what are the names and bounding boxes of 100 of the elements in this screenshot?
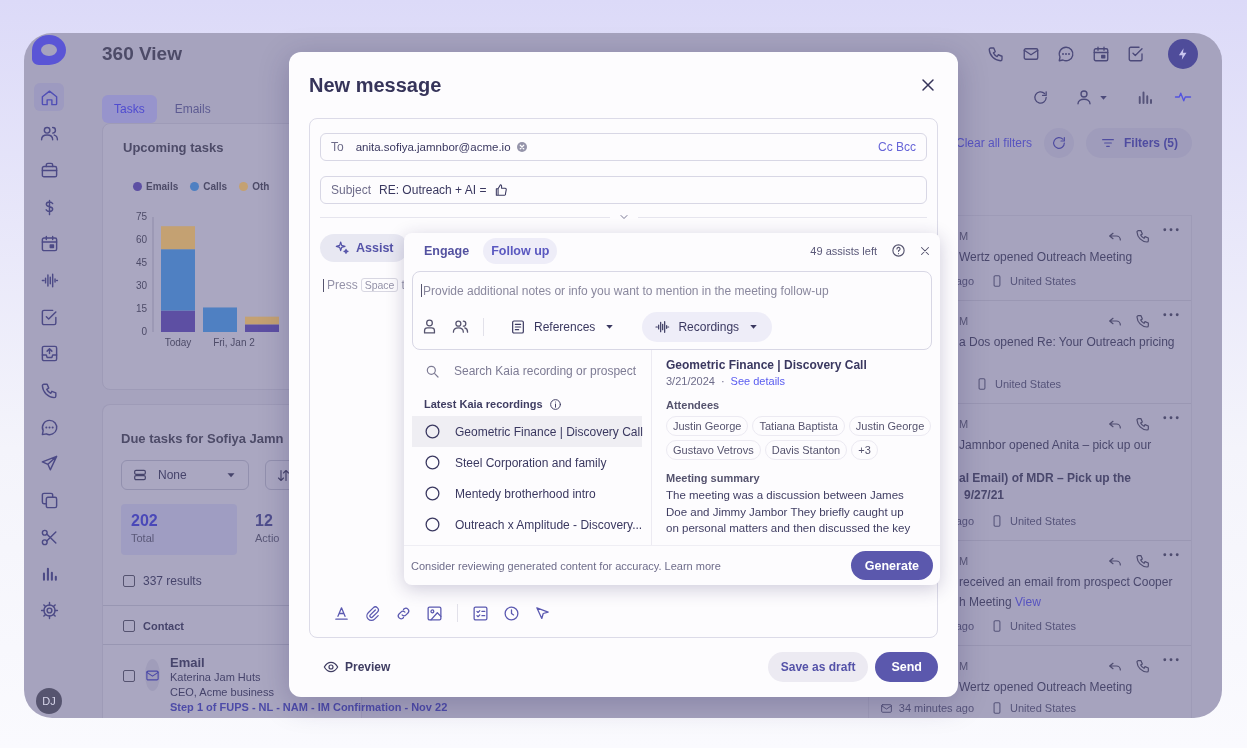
- generate-button[interactable]: Generate: [850, 551, 933, 581]
- mail-icon: [145, 667, 160, 683]
- activity-time: 34 minutes ago: [898, 702, 974, 714]
- waveform-icon: [654, 318, 671, 335]
- y-tick-label: 45: [135, 256, 148, 268]
- prompt-text: Press: [327, 278, 358, 292]
- location: United States: [1010, 515, 1077, 527]
- phone-icon: [1135, 313, 1151, 329]
- calendar-icon: [1092, 44, 1110, 63]
- meeting-summary: The meeting was a discussion between James Doe and Jimmy Jambor They briefly caught up on personal matters and then discussed the key: [666, 488, 912, 537]
- activity-time: M: [959, 555, 969, 567]
- checkbox[interactable]: [123, 670, 135, 682]
- column-header: Contact: [143, 620, 184, 632]
- source-dropdown[interactable]: References: [498, 311, 629, 342]
- copy-icon: [39, 491, 59, 511]
- results-count: 337 results: [143, 574, 202, 588]
- refresh-button[interactable]: [1044, 128, 1075, 158]
- pointer-icon: [534, 604, 551, 622]
- recipient-chip[interactable]: anita.sofiya.jamnbor@acme.io: [351, 139, 532, 155]
- more-icon: [1163, 228, 1179, 232]
- people-icon: [452, 318, 469, 336]
- card-title: Upcoming tasks: [123, 140, 224, 155]
- subject-field[interactable]: Subject RE: Outreach + AI =: [320, 176, 927, 204]
- recording-item[interactable]: Outreach x Amplitude - Discovery...: [412, 509, 642, 541]
- task-type: Email: [170, 655, 205, 670]
- save-draft-button[interactable]: Save as draft: [767, 651, 869, 682]
- more-icon: [1163, 553, 1179, 557]
- page-title: 360 View: [102, 42, 182, 65]
- settings-icon: [39, 601, 59, 621]
- preview-button[interactable]: Preview: [309, 658, 391, 675]
- radio-icon: [424, 423, 441, 441]
- activity-text: 9/27/21: [964, 487, 1005, 504]
- radio-icon: [424, 516, 441, 534]
- tab[interactable]: Follow up: [483, 237, 558, 264]
- help-button[interactable]: [891, 243, 906, 259]
- person-icon: [1075, 88, 1093, 106]
- stat-label: Actio: [255, 532, 281, 544]
- info-icon: [548, 397, 562, 411]
- people-icon: [39, 124, 59, 144]
- x-tick-label: Fri, Jan 2: [213, 337, 256, 348]
- thumbs-up-icon: [494, 183, 509, 197]
- activity-text: a Dos opened Re: Your Outreach pricing: [959, 334, 1175, 351]
- activity-text: al Email) of MDR – Pick up the: [959, 470, 1132, 487]
- send-icon: [39, 454, 59, 474]
- dialog-title: New message: [309, 73, 442, 97]
- location: United States: [995, 378, 1062, 390]
- recording-search-field[interactable]: Search Kaia recording or prospect: [412, 350, 641, 393]
- phone-icon: [1135, 553, 1151, 569]
- chat-icon: [1057, 44, 1075, 63]
- mobile-icon: [975, 377, 989, 391]
- sequence-step: Step 1 of FUPS - NL - NAM - IM Confirmation - Nov 22: [170, 700, 448, 715]
- checkbox[interactable]: [123, 575, 135, 587]
- home-icon: [39, 87, 59, 107]
- legend-label: Calls: [203, 181, 228, 192]
- recording-item[interactable]: Geometric Finance | Discovery Call: [412, 416, 642, 448]
- clock-icon: [503, 604, 520, 622]
- recording-item[interactable]: Steel Corporation and family: [412, 447, 642, 479]
- more-icon: [1163, 313, 1179, 317]
- phone-icon: [39, 381, 59, 400]
- sidebar-item[interactable]: [34, 83, 64, 111]
- section-title: Latest Kaia recordings: [424, 398, 543, 411]
- user-avatar[interactable]: DJ: [36, 688, 62, 714]
- refresh-icon: [1032, 88, 1049, 106]
- y-tick-label: 0: [141, 325, 148, 337]
- mobile-icon: [990, 701, 1004, 715]
- phone-icon: [987, 44, 1005, 63]
- chat-icon: [39, 417, 59, 437]
- contact-title: CEO, Acme business: [170, 685, 274, 700]
- sort-icon: [276, 467, 291, 483]
- upload-tray-icon: [39, 344, 59, 364]
- location: United States: [1010, 275, 1077, 287]
- mobile-icon: [990, 274, 1004, 288]
- location: United States: [1010, 620, 1077, 632]
- group-dropdown[interactable]: None: [121, 460, 249, 490]
- section-title: Attendees: [666, 399, 721, 412]
- activity-text: Wertz opened Outreach Meeting: [959, 249, 1133, 266]
- activity-time: M: [959, 315, 969, 327]
- recording-date: 3/21/2024: [666, 375, 715, 388]
- activity-text: h Meeting View: [959, 594, 1041, 611]
- notes-field[interactable]: Provide additional notes or info you want to mention in the meeting follow-up References Recordings: [412, 270, 932, 351]
- person-icon: [421, 318, 438, 336]
- contact-name: Katerina Jam Huts: [170, 670, 261, 685]
- send-button[interactable]: Send: [875, 651, 938, 682]
- cc-bcc-link[interactable]: Cc Bcc: [878, 140, 916, 154]
- quick-action-button[interactable]: [1168, 38, 1198, 69]
- checkbox[interactable]: [123, 620, 135, 632]
- remove-icon: [515, 141, 528, 153]
- activity-text: received an email from prospect Cooper: [959, 574, 1173, 591]
- legend-label: Emails: [146, 181, 179, 192]
- see-details-link[interactable]: See details: [730, 375, 786, 388]
- recording-title: Geometric Finance | Discovery Call: [666, 358, 868, 373]
- text-color-icon: [333, 604, 350, 622]
- more-icon: [1163, 416, 1179, 420]
- recording-item[interactable]: Mentedy brotherhood intro: [412, 478, 642, 510]
- bar: [203, 307, 237, 332]
- to-field[interactable]: To anita.sofiya.jamnbor@acme.io Cc Bcc: [320, 133, 927, 161]
- tab[interactable]: Engage: [416, 237, 478, 264]
- source-dropdown[interactable]: Recordings: [642, 311, 773, 342]
- search-icon: [424, 363, 440, 380]
- refresh-icon: [1051, 135, 1068, 151]
